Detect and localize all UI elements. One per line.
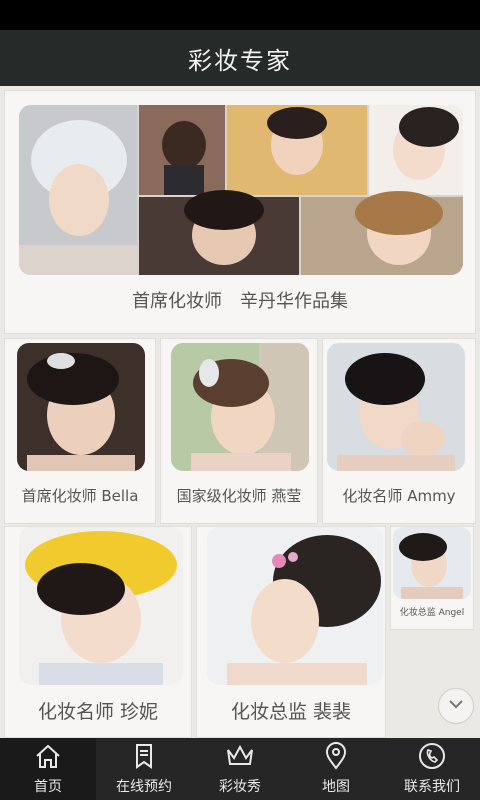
featured-caption: 首席化妆师 辛丹华作品集 — [132, 291, 348, 312]
tab-home[interactable]: 首页 — [0, 738, 96, 800]
tab-booking-label: 在线预约 — [116, 779, 172, 795]
bookmark-icon — [129, 742, 159, 774]
yanying-photo — [171, 343, 309, 471]
angel-photo — [393, 527, 471, 599]
bella-photo — [17, 343, 145, 471]
tab-booking[interactable]: 在线预约 — [96, 738, 192, 800]
header: 彩妆专家 — [0, 30, 480, 86]
artist-card-peipei[interactable]: 化妆总监 裴裴 — [196, 526, 386, 738]
crown-icon — [225, 742, 255, 774]
featured-artist-card[interactable]: 首席化妆师 辛丹华作品集 — [4, 90, 476, 334]
bottom-tab-bar: 首页 在线预约 彩妆秀 地图 联系我们 — [0, 738, 480, 800]
ammy-caption: 化妆名师 Ammy — [342, 487, 456, 505]
zhenni-photo — [19, 527, 183, 685]
phone-icon — [417, 742, 447, 774]
artist-card-ammy[interactable]: 化妆名师 Ammy — [322, 338, 476, 524]
yanying-caption: 国家级化妆师 燕莹 — [176, 487, 302, 505]
tab-makeup-show[interactable]: 彩妆秀 — [192, 738, 288, 800]
tab-contact-label: 联系我们 — [404, 779, 460, 795]
tab-map-label: 地图 — [322, 779, 350, 795]
artist-card-angel[interactable]: 化妆总监 Angel — [390, 526, 474, 630]
home-icon — [33, 742, 63, 774]
featured-photo-collage — [19, 105, 463, 275]
peipei-photo — [207, 527, 383, 685]
gallery-content[interactable]: 首席化妆师 辛丹华作品集 首席化妆师 Bella 国家级化妆师 燕莹 化妆名师 … — [0, 86, 480, 738]
bella-caption: 首席化妆师 Bella — [21, 487, 139, 505]
artist-card-zhenni[interactable]: 化妆名师 珍妮 — [4, 526, 192, 738]
artist-card-yanying[interactable]: 国家级化妆师 燕莹 — [160, 338, 318, 524]
status-bar — [0, 0, 480, 30]
map-pin-icon — [321, 742, 351, 774]
tab-map[interactable]: 地图 — [288, 738, 384, 800]
angel-caption: 化妆总监 Angel — [399, 608, 465, 618]
tab-contact[interactable]: 联系我们 — [384, 738, 480, 800]
zhenni-caption: 化妆名师 珍妮 — [37, 701, 159, 723]
peipei-caption: 化妆总监 裴裴 — [230, 701, 352, 723]
chevron-down-icon — [447, 694, 465, 718]
scroll-down-button[interactable] — [438, 688, 474, 724]
ammy-photo — [327, 343, 465, 471]
tab-makeup-show-label: 彩妆秀 — [219, 779, 261, 795]
artist-card-bella[interactable]: 首席化妆师 Bella — [4, 338, 156, 524]
page-title: 彩妆专家 — [188, 46, 292, 75]
tab-home-label: 首页 — [34, 779, 62, 795]
